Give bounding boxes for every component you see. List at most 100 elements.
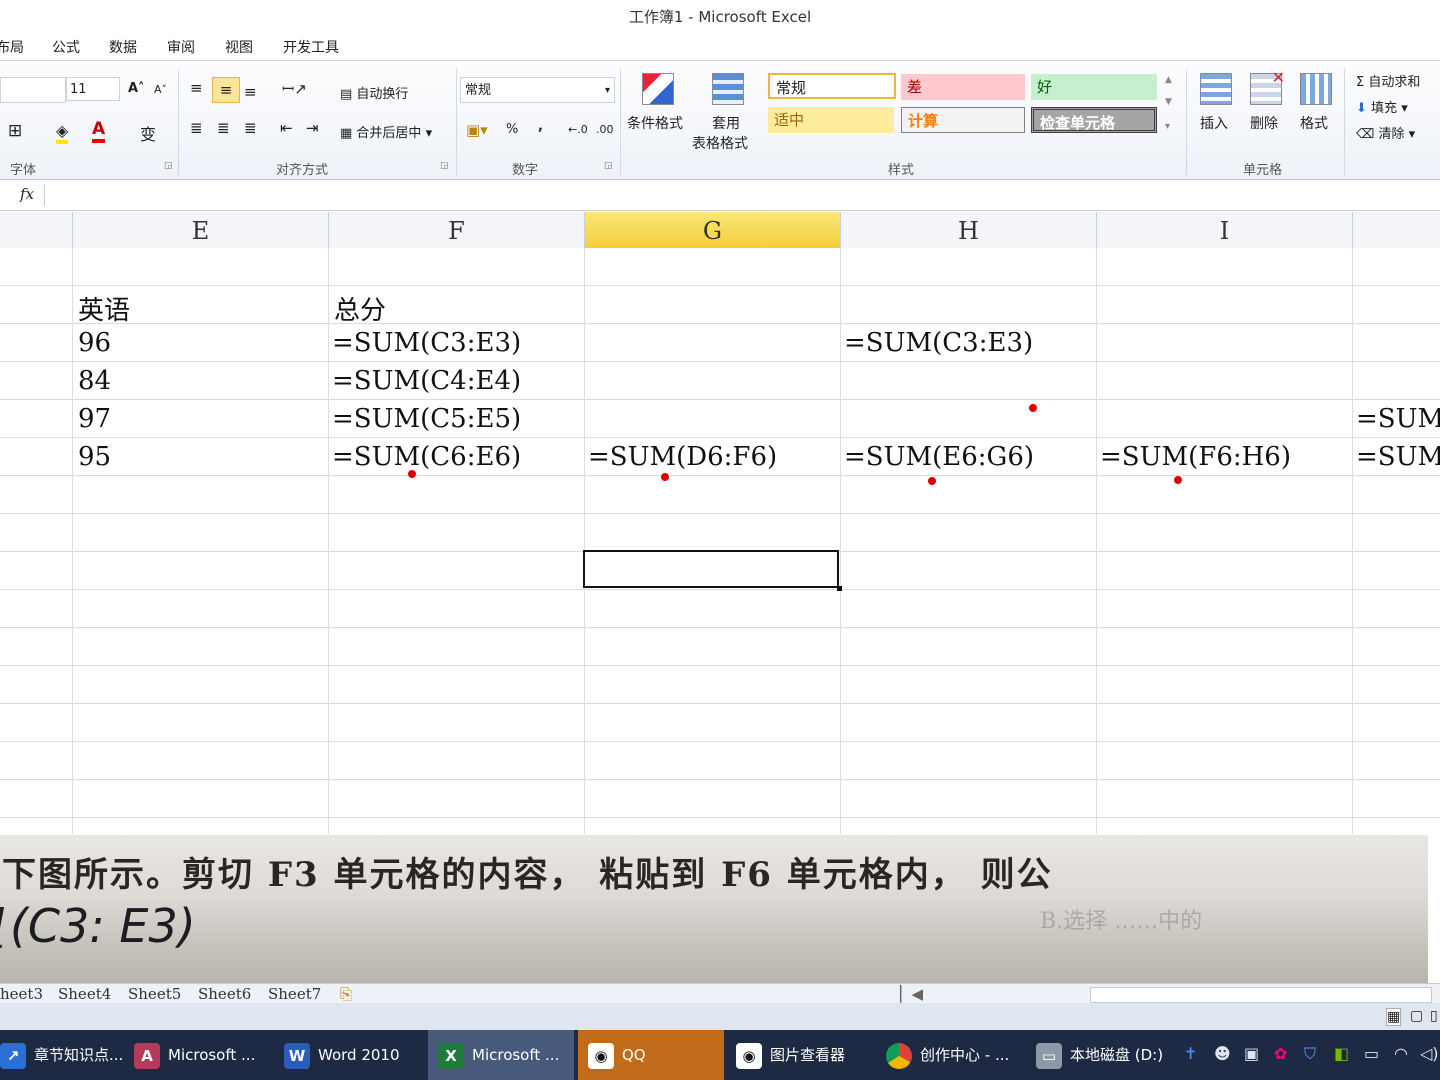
column-header-g[interactable]: G — [585, 212, 841, 248]
orientation-icon[interactable]: ꟷ↗ — [282, 79, 307, 99]
tab-review[interactable]: 审阅 — [167, 37, 195, 57]
grow-font-icon[interactable]: A˄ — [128, 81, 145, 96]
increase-decimal-icon[interactable]: ←.0 — [568, 123, 588, 136]
tray-flower-icon[interactable]: ✿ — [1274, 1044, 1287, 1063]
sheet-tab-5[interactable]: Sheet5 — [128, 985, 181, 1003]
conditional-format-label[interactable]: 条件格式 — [627, 113, 683, 133]
taskbar-item-excel[interactable]: X Microsoft ... — [428, 1030, 574, 1080]
cell-h3[interactable]: =SUM(C3:E3) — [844, 328, 1033, 358]
taskbar-item-image-viewer[interactable]: ◉ 图片查看器 — [736, 1030, 872, 1080]
align-middle-icon[interactable]: ≡ — [212, 77, 240, 103]
taskbar-item-chapter-notes[interactable]: ↗ 章节知识点... — [0, 1030, 123, 1080]
style-normal[interactable]: 常规 — [768, 73, 896, 99]
taskbar-item-word[interactable]: W Word 2010 — [284, 1030, 420, 1080]
conditional-format-icon[interactable] — [642, 73, 674, 105]
delete-button[interactable]: 删除 — [1250, 113, 1278, 133]
tab-split-handle-icon[interactable]: ▏◀ — [900, 985, 923, 1003]
styles-scroll-up-icon[interactable]: ▲ — [1165, 75, 1172, 85]
taskbar-item-chrome[interactable]: 创作中心 - ... — [886, 1030, 1026, 1080]
function-icon[interactable]: fx — [20, 185, 34, 203]
merge-center-button[interactable]: ▦ 合并后居中 ▾ — [340, 122, 432, 141]
tray-wifi-icon[interactable]: ◠ — [1394, 1044, 1408, 1063]
sheet-tab-7[interactable]: Sheet7 — [268, 985, 321, 1003]
tab-layout[interactable]: 布局 — [0, 37, 24, 57]
taskbar-item-qq[interactable]: ◉ QQ — [578, 1030, 724, 1080]
clear-button[interactable]: ⌫ 清除 ▾ — [1356, 123, 1415, 142]
tray-nvidia-icon[interactable]: ◧ — [1334, 1044, 1349, 1063]
formula-bar[interactable]: fx — [0, 180, 1440, 211]
page-layout-view-icon[interactable]: ▢ — [1410, 1008, 1423, 1024]
worksheet-grid[interactable]: 英语 总分 96 =SUM(C3:E3) =SUM(C3:E3) 84 =SUM… — [0, 248, 1440, 834]
number-format-select[interactable]: 常规 ▾ — [460, 77, 615, 103]
sheet-tab-4[interactable]: Sheet4 — [58, 985, 111, 1003]
font-color-icon[interactable]: A — [92, 119, 106, 143]
table-format-label-1[interactable]: 套用 — [712, 113, 740, 133]
cell-f5[interactable]: =SUM(C5:E5) — [332, 404, 521, 434]
percent-button[interactable]: % — [506, 122, 518, 137]
cell-e4[interactable]: 84 — [78, 366, 111, 396]
cell-e3[interactable]: 96 — [78, 328, 111, 358]
tray-network-app-icon[interactable]: ✝ — [1184, 1044, 1197, 1063]
font-name-box[interactable] — [0, 77, 66, 103]
selected-cell-g9[interactable] — [583, 550, 839, 588]
cell-e2[interactable]: 英语 — [78, 290, 130, 327]
tray-qq-icon[interactable]: ☻ — [1214, 1044, 1231, 1063]
column-header-e[interactable]: E — [73, 212, 329, 248]
cell-h6[interactable]: =SUM(E6:G6) — [844, 442, 1034, 472]
align-center-icon[interactable]: ≣ — [217, 119, 230, 137]
style-bad[interactable]: 差 — [901, 74, 1025, 100]
table-format-icon[interactable] — [712, 73, 744, 105]
align-left-icon[interactable]: ≣ — [190, 119, 203, 137]
border-icon[interactable]: ⊞ — [8, 121, 22, 141]
column-header-j[interactable] — [1353, 212, 1440, 248]
cell-i6[interactable]: =SUM(F6:H6) — [1100, 442, 1291, 472]
decrease-indent-icon[interactable]: ⇤ — [280, 119, 293, 137]
comma-button[interactable]: , — [538, 119, 543, 134]
delete-cells-icon[interactable]: ✕ — [1250, 68, 1285, 105]
cell-e6[interactable]: 95 — [78, 442, 111, 472]
align-top-icon[interactable]: ≡ — [190, 79, 203, 97]
style-calculation[interactable]: 计算 — [901, 107, 1025, 133]
style-neutral[interactable]: 适中 — [768, 107, 894, 133]
style-check-cell[interactable]: 检查单元格 — [1031, 107, 1157, 133]
format-button[interactable]: 格式 — [1300, 113, 1328, 133]
cell-f4[interactable]: =SUM(C4:E4) — [332, 366, 521, 396]
alignment-dialog-launcher-icon[interactable]: ◲ — [440, 161, 449, 171]
format-cells-icon[interactable] — [1300, 73, 1332, 105]
tray-chat-icon[interactable]: ▣ — [1244, 1044, 1259, 1063]
horizontal-scrollbar[interactable] — [1090, 987, 1432, 1003]
taskbar-item-access[interactable]: A Microsoft ... — [134, 1030, 270, 1080]
sheet-tab-6[interactable]: Sheet6 — [198, 985, 251, 1003]
page-break-view-icon[interactable]: ▯ — [1430, 1008, 1438, 1024]
styles-scroll-down-icon[interactable]: ▼ — [1165, 97, 1172, 107]
normal-view-icon[interactable]: ▦ — [1386, 1008, 1402, 1026]
table-format-label-2[interactable]: 表格格式 — [692, 133, 748, 153]
tray-volume-icon[interactable]: ◁) — [1420, 1044, 1439, 1063]
row-header-corner[interactable] — [0, 212, 73, 248]
autosum-button[interactable]: Σ 自动求和 — [1356, 71, 1420, 90]
column-header-i[interactable]: I — [1097, 212, 1353, 248]
font-dialog-launcher-icon[interactable]: ◲ — [164, 161, 173, 171]
increase-indent-icon[interactable]: ⇥ — [306, 119, 319, 137]
styles-more-icon[interactable]: ▾ — [1165, 121, 1170, 132]
align-bottom-icon[interactable]: ≡ — [244, 83, 257, 101]
cell-f2[interactable]: 总分 — [334, 290, 386, 327]
insert-sheet-icon[interactable]: ⎘ — [340, 985, 352, 1003]
tab-developer[interactable]: 开发工具 — [283, 37, 339, 57]
cell-j6[interactable]: =SUM(C — [1356, 442, 1440, 472]
tray-battery-icon[interactable]: ▭ — [1364, 1044, 1379, 1063]
decrease-decimal-icon[interactable]: .00 — [596, 123, 614, 136]
column-header-h[interactable]: H — [841, 212, 1097, 248]
style-good[interactable]: 好 — [1031, 74, 1157, 100]
insert-cells-icon[interactable] — [1200, 73, 1232, 105]
tray-shield-icon[interactable]: ⛉ — [1304, 1044, 1316, 1064]
cell-f6[interactable]: =SUM(C6:E6) — [332, 442, 521, 472]
cell-f3[interactable]: =SUM(C3:E3) — [332, 328, 521, 358]
cell-j5[interactable]: =SUM(C — [1356, 404, 1440, 434]
phonetic-icon[interactable]: 变 — [140, 121, 156, 145]
shrink-font-icon[interactable]: A˅ — [154, 83, 167, 96]
tab-data[interactable]: 数据 — [109, 37, 137, 57]
fill-color-icon[interactable]: ◈ — [56, 121, 69, 144]
currency-icon[interactable]: ▣▾ — [466, 121, 488, 139]
font-size-box[interactable]: 11 — [66, 77, 120, 101]
